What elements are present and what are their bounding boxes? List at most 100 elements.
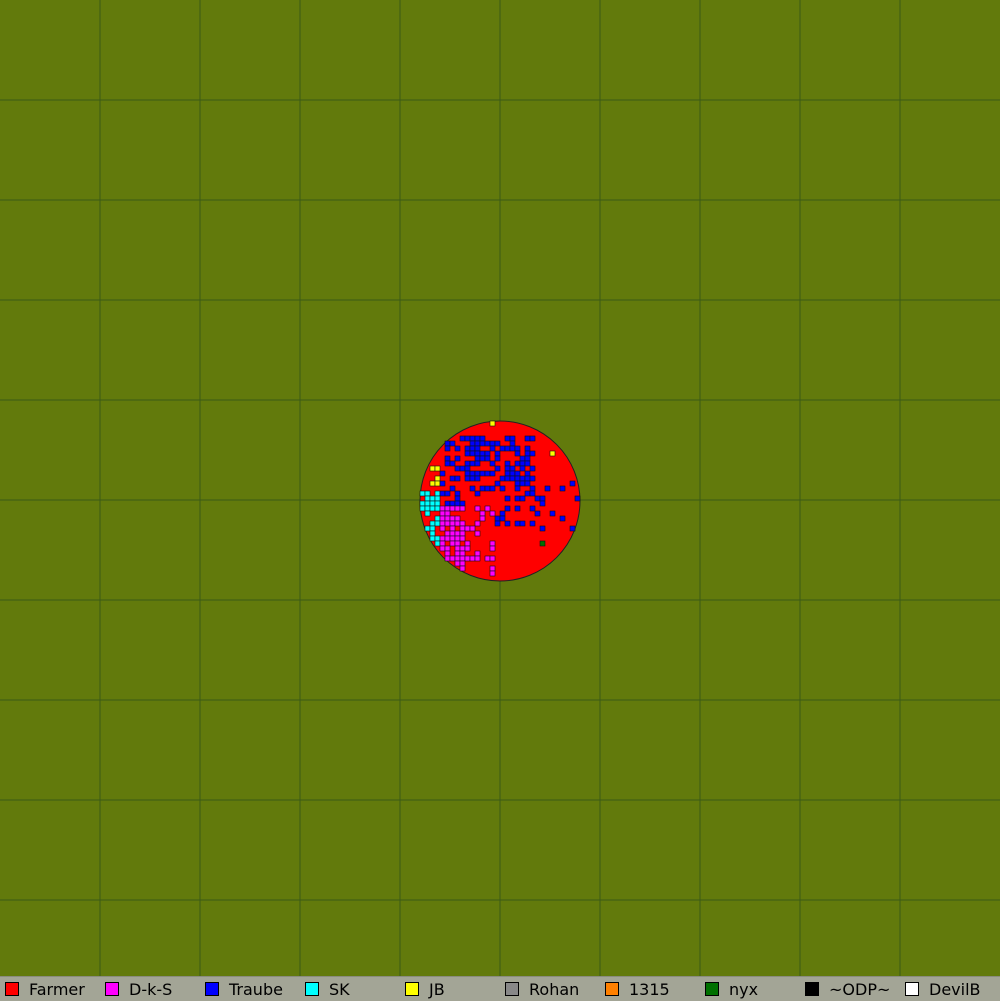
village-tile[interactable] xyxy=(504,435,511,442)
village-tile[interactable] xyxy=(449,530,456,537)
village-tile[interactable] xyxy=(504,460,511,467)
village-tile[interactable] xyxy=(464,465,471,472)
village-tile[interactable] xyxy=(549,510,556,517)
village-tile[interactable] xyxy=(419,500,426,507)
village-tile[interactable] xyxy=(489,445,496,452)
village-tile[interactable] xyxy=(494,480,501,487)
village-tile[interactable] xyxy=(444,490,451,497)
village-tile[interactable] xyxy=(499,445,506,452)
village-tile[interactable] xyxy=(514,460,521,467)
village-tile[interactable] xyxy=(459,435,466,442)
village-tile[interactable] xyxy=(489,440,496,447)
village-tile[interactable] xyxy=(489,470,496,477)
village-tile[interactable] xyxy=(539,540,546,547)
village-tile[interactable] xyxy=(494,465,501,472)
village-tile[interactable] xyxy=(424,500,431,507)
village-tile[interactable] xyxy=(434,490,441,497)
village-tile[interactable] xyxy=(529,475,536,482)
village-tile[interactable] xyxy=(444,545,451,552)
legend-item-nyx[interactable]: nyx xyxy=(700,977,800,1001)
village-tile[interactable] xyxy=(469,450,476,457)
village-tile[interactable] xyxy=(519,465,526,472)
village-tile[interactable] xyxy=(439,510,446,517)
village-tile[interactable] xyxy=(479,510,486,517)
village-tile[interactable] xyxy=(524,450,531,457)
village-tile[interactable] xyxy=(444,520,451,527)
village-tile[interactable] xyxy=(454,535,461,542)
village-tile[interactable] xyxy=(484,455,491,462)
world-map[interactable] xyxy=(0,0,1000,976)
village-tile[interactable] xyxy=(519,495,526,502)
village-tile[interactable] xyxy=(524,460,531,467)
village-tile[interactable] xyxy=(524,435,531,442)
village-tile[interactable] xyxy=(529,435,536,442)
village-tile[interactable] xyxy=(444,455,451,462)
legend-item-1315[interactable]: 1315 xyxy=(600,977,700,1001)
legend-item-jb[interactable]: JB xyxy=(400,977,500,1001)
village-tile[interactable] xyxy=(499,475,506,482)
village-tile[interactable] xyxy=(469,460,476,467)
village-tile[interactable] xyxy=(434,500,441,507)
village-tile[interactable] xyxy=(449,475,456,482)
village-tile[interactable] xyxy=(539,525,546,532)
village-tile[interactable] xyxy=(459,465,466,472)
village-tile[interactable] xyxy=(479,515,486,522)
village-tile[interactable] xyxy=(479,470,486,477)
village-tile[interactable] xyxy=(449,540,456,547)
village-tile[interactable] xyxy=(479,435,486,442)
village-tile[interactable] xyxy=(534,510,541,517)
village-tile[interactable] xyxy=(454,475,461,482)
village-tile[interactable] xyxy=(424,495,431,502)
village-tile[interactable] xyxy=(504,495,511,502)
village-tile[interactable] xyxy=(544,485,551,492)
legend-item-odp[interactable]: ~ODP~ xyxy=(800,977,900,1001)
village-tile[interactable] xyxy=(464,450,471,457)
village-tile[interactable] xyxy=(449,520,456,527)
village-tile[interactable] xyxy=(499,510,506,517)
village-tile[interactable] xyxy=(529,505,536,512)
village-tile[interactable] xyxy=(474,440,481,447)
village-tile[interactable] xyxy=(439,525,446,532)
village-tile[interactable] xyxy=(484,485,491,492)
village-tile[interactable] xyxy=(454,515,461,522)
village-tile[interactable] xyxy=(444,515,451,522)
village-tile[interactable] xyxy=(524,470,531,477)
village-tile[interactable] xyxy=(474,460,481,467)
village-tile[interactable] xyxy=(514,450,521,457)
village-tile[interactable] xyxy=(539,500,546,507)
village-tile[interactable] xyxy=(519,475,526,482)
village-tile[interactable] xyxy=(444,535,451,542)
village-tile[interactable] xyxy=(469,440,476,447)
village-tile[interactable] xyxy=(454,560,461,567)
village-tile[interactable] xyxy=(519,480,526,487)
village-tile[interactable] xyxy=(524,475,531,482)
village-tile[interactable] xyxy=(474,520,481,527)
village-tile[interactable] xyxy=(434,495,441,502)
village-tile[interactable] xyxy=(484,470,491,477)
village-tile[interactable] xyxy=(449,485,456,492)
village-tile[interactable] xyxy=(509,465,516,472)
village-tile[interactable] xyxy=(444,510,451,517)
village-tile[interactable] xyxy=(459,560,466,567)
village-tile[interactable] xyxy=(474,475,481,482)
village-tile[interactable] xyxy=(524,490,531,497)
village-tile[interactable] xyxy=(469,555,476,562)
village-tile[interactable] xyxy=(439,470,446,477)
village-tile[interactable] xyxy=(509,470,516,477)
village-tile[interactable] xyxy=(489,420,496,427)
village-tile[interactable] xyxy=(494,520,501,527)
village-tile[interactable] xyxy=(469,445,476,452)
village-tile[interactable] xyxy=(479,485,486,492)
village-tile[interactable] xyxy=(454,530,461,537)
village-tile[interactable] xyxy=(424,510,431,517)
village-tile[interactable] xyxy=(524,445,531,452)
village-tile[interactable] xyxy=(474,435,481,442)
village-tile[interactable] xyxy=(474,550,481,557)
village-tile[interactable] xyxy=(444,550,451,557)
village-tile[interactable] xyxy=(489,510,496,517)
village-tile[interactable] xyxy=(479,455,486,462)
village-tile[interactable] xyxy=(529,490,536,497)
village-tile[interactable] xyxy=(434,520,441,527)
village-tile[interactable] xyxy=(464,445,471,452)
village-tile[interactable] xyxy=(459,500,466,507)
